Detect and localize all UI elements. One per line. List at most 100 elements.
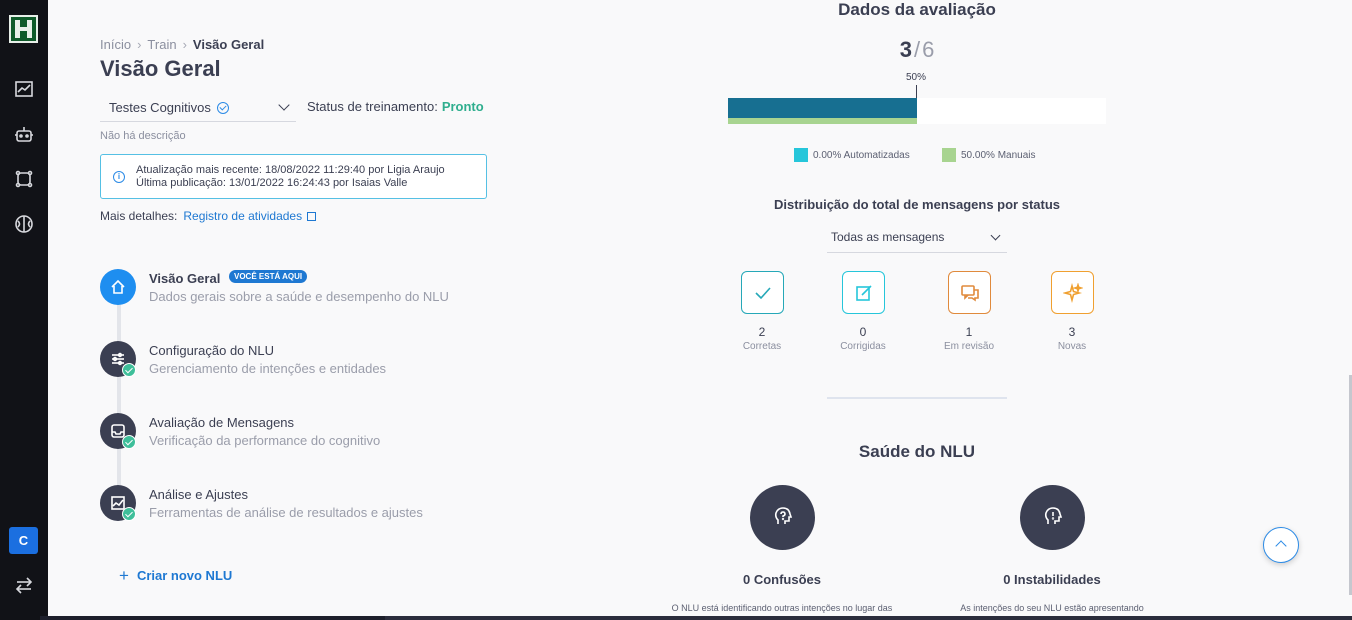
- message-filter-select[interactable]: Todas as mensagens: [827, 226, 1007, 253]
- evaluation-title: Dados da avaliação: [838, 0, 996, 19]
- progress-percent: 50%: [906, 72, 927, 83]
- instabilities-description: As intenções do seu NLU estão apresentan…: [960, 603, 1144, 613]
- confusions-description: O NLU está identificando outras intençõe…: [671, 603, 893, 613]
- sidebar: C: [0, 0, 48, 620]
- last-publish-user: Isaias Valle: [351, 177, 408, 189]
- nlu-selector[interactable]: Testes Cognitivos: [100, 94, 296, 122]
- evaluation-score: 3/6: [728, 37, 1106, 63]
- distribution-title: Distribuição do total de mensagens por s…: [773, 197, 1061, 212]
- stat-value: 0: [859, 325, 867, 339]
- step-description: Verificação da performance do cognitivo: [149, 433, 381, 448]
- stat-corrected[interactable]: 0 Corrigidas: [828, 271, 898, 352]
- evaluated-count: 3: [899, 37, 912, 62]
- stat-value: 1: [965, 325, 973, 339]
- step-title: Avaliação de Mensagens: [149, 415, 295, 430]
- verified-icon: [216, 101, 229, 114]
- more-details-label: Mais detalhes:: [100, 209, 178, 223]
- legend-swatch: [942, 148, 956, 162]
- legend-manual-label: 50.00% Manuais: [961, 149, 1036, 161]
- stat-correct[interactable]: 2 Corretas: [727, 271, 797, 352]
- home-icon: [111, 279, 125, 294]
- check-icon: [740, 271, 784, 314]
- score-separator: /: [913, 37, 921, 62]
- chevron-right-icon: ›: [182, 37, 187, 52]
- brain-icon[interactable]: [14, 214, 34, 234]
- instabilities-count: 0 Instabilidades: [1003, 572, 1101, 587]
- breadcrumb-current: Visão Geral: [192, 37, 265, 52]
- progress-fill: [728, 98, 917, 118]
- edit-icon: [841, 271, 885, 314]
- chevron-down-icon: [990, 230, 1001, 241]
- create-nlu-button[interactable]: + Criar novo NLU: [119, 565, 232, 585]
- step-description: Ferramentas de análise de resultados e a…: [149, 505, 423, 520]
- plus-icon: +: [119, 566, 129, 585]
- step-circle: [100, 269, 136, 305]
- step-description: Dados gerais sobre a saúde e desempenho …: [149, 289, 449, 304]
- stat-in-review[interactable]: 1 Em revisão: [934, 271, 1004, 352]
- stat-value: 3: [1068, 325, 1076, 339]
- chevron-down-icon: [278, 99, 290, 111]
- instability-icon[interactable]: [1020, 485, 1085, 550]
- check-icon: [122, 507, 136, 521]
- app-logo[interactable]: [9, 15, 38, 43]
- training-status-value: Pronto: [441, 99, 484, 114]
- stat-value: 2: [758, 325, 766, 339]
- step-title: Análise e Ajustes: [149, 487, 249, 502]
- training-status: Status de treinamento: Pronto: [307, 99, 484, 114]
- user-avatar[interactable]: C: [9, 527, 38, 554]
- breadcrumb-home[interactable]: Início: [100, 37, 131, 52]
- last-update-by: por: [368, 164, 385, 176]
- training-status-label: Status de treinamento:: [307, 99, 438, 114]
- create-nlu-label: Criar novo NLU: [136, 568, 233, 583]
- main-area: [48, 0, 1352, 620]
- stat-new[interactable]: 3 Novas: [1037, 271, 1107, 352]
- last-publish-date: 13/01/2022 16:24:43: [228, 177, 330, 189]
- check-icon: [122, 435, 136, 449]
- nlu-selector-value: Testes Cognitivos: [109, 100, 211, 115]
- health-title: Saúde do NLU: [858, 442, 976, 461]
- description-text: Não há descrição: [100, 130, 186, 142]
- last-publish-label: Última publicação:: [136, 177, 226, 189]
- legend-automated-label: 0.00% Automatizadas: [813, 149, 910, 161]
- steps-connector: [117, 300, 121, 490]
- nodes-icon[interactable]: [14, 169, 34, 189]
- stat-label: Corrigidas: [840, 341, 886, 352]
- sparkle-icon: [1050, 271, 1094, 314]
- legend-manual: 50.00% Manuais: [942, 148, 1036, 162]
- confusion-icon[interactable]: [750, 485, 815, 550]
- bottom-bar: [40, 616, 1352, 620]
- last-update-user: Ligia Araujo: [387, 164, 445, 176]
- chevron-right-icon: ›: [137, 37, 142, 52]
- legend-automated: 0.00% Automatizadas: [794, 148, 910, 162]
- chart-icon[interactable]: [14, 79, 34, 99]
- stat-label: Novas: [1057, 341, 1087, 352]
- total-count: 6: [922, 37, 935, 62]
- message-filter-value: Todas as mensagens: [831, 230, 945, 244]
- chat-icon: [947, 271, 991, 314]
- page-title: Visão Geral: [100, 56, 221, 81]
- last-update-line: Atualização mais recente: 18/08/2022 11:…: [136, 164, 486, 177]
- last-publish-line: Última publicação: 13/01/2022 16:24:43 p…: [136, 177, 486, 190]
- stat-label: Em revisão: [943, 341, 994, 352]
- legend-swatch: [794, 148, 808, 162]
- swap-icon[interactable]: [14, 575, 34, 595]
- robot-icon[interactable]: [14, 124, 34, 144]
- info-box: i Atualização mais recente: 18/08/2022 1…: [100, 154, 487, 199]
- breadcrumb-train[interactable]: Train: [147, 37, 176, 52]
- current-step-badge: VOCÊ ESTÁ AQUI: [229, 270, 308, 283]
- more-details: Mais detalhes: Registro de atividades: [100, 209, 317, 223]
- step-title: Configuração do NLU: [149, 343, 275, 358]
- step-title: Visão Geral: [149, 271, 221, 286]
- evaluation-progress-bar: [728, 98, 1106, 124]
- last-publish-by: por: [332, 177, 349, 189]
- activity-log-link[interactable]: Registro de atividades: [183, 209, 302, 223]
- last-update-date: 18/08/2022 11:29:40: [265, 164, 366, 176]
- step-description: Gerenciamento de intenções e entidades: [149, 361, 387, 376]
- external-link-icon[interactable]: [307, 212, 317, 221]
- progress-marker: [916, 85, 917, 99]
- check-icon: [122, 363, 136, 377]
- info-icon: i: [113, 171, 125, 183]
- scroll-to-top-button[interactable]: [1263, 527, 1299, 563]
- app-root: C Início › Train › Visão Geral Visão Ger…: [0, 0, 1352, 620]
- manual-fill: [728, 118, 917, 124]
